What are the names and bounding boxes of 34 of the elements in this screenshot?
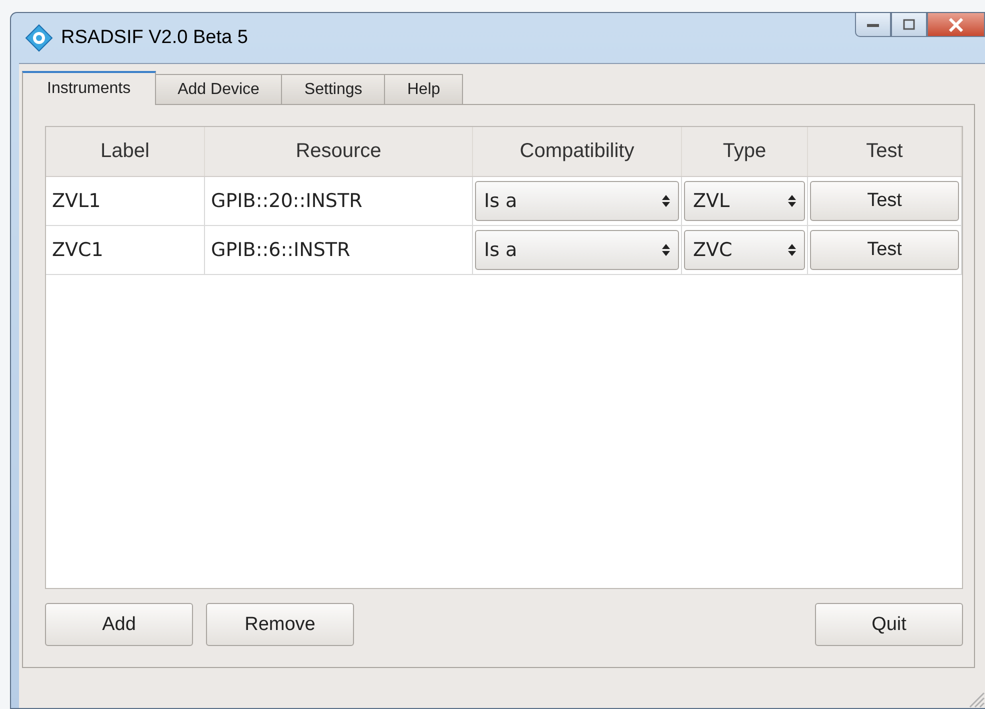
tab[interactable]: Add Device: [154, 74, 282, 104]
diamond-logo-icon: [25, 24, 53, 52]
spinner-arrows-icon: [662, 195, 670, 207]
column-header: Compatibility: [473, 127, 682, 176]
tab[interactable]: Settings: [281, 74, 386, 104]
action-button[interactable]: Remove: [206, 603, 354, 646]
table-cell: GPIB::20::INSTR: [205, 177, 473, 225]
compatibility-dropdown[interactable]: Is a: [475, 181, 679, 221]
compatibility-dropdown[interactable]: Is a: [475, 230, 679, 270]
table-cell: ZVL1: [46, 177, 205, 225]
window-title: RSADSIF V2.0 Beta 5: [61, 27, 248, 49]
column-header: Type: [682, 127, 808, 176]
spinner-arrows-icon: [788, 195, 796, 207]
minimize-button[interactable]: [855, 13, 891, 37]
test-button[interactable]: Test: [810, 181, 959, 221]
column-header: Resource: [205, 127, 473, 176]
maximize-button[interactable]: [891, 13, 927, 37]
test-button[interactable]: Test: [810, 230, 959, 270]
type-dropdown[interactable]: ZVC: [684, 230, 805, 270]
column-header: Label: [46, 127, 205, 176]
close-icon: [948, 18, 964, 32]
action-button[interactable]: Add: [45, 603, 193, 646]
type-dropdown[interactable]: ZVL: [684, 181, 805, 221]
maximize-icon: [903, 19, 915, 30]
tab[interactable]: Help: [384, 74, 464, 104]
close-button[interactable]: [927, 13, 985, 37]
spinner-arrows-icon: [662, 244, 670, 256]
spinner-arrows-icon: [788, 244, 796, 256]
column-header: Test: [808, 127, 962, 176]
table-cell: ZVC1: [46, 226, 205, 274]
table-cell: GPIB::6::INSTR: [205, 226, 473, 274]
minimize-icon: [867, 22, 879, 28]
tab[interactable]: Instruments: [22, 71, 156, 105]
quit-button[interactable]: Quit: [815, 603, 963, 646]
